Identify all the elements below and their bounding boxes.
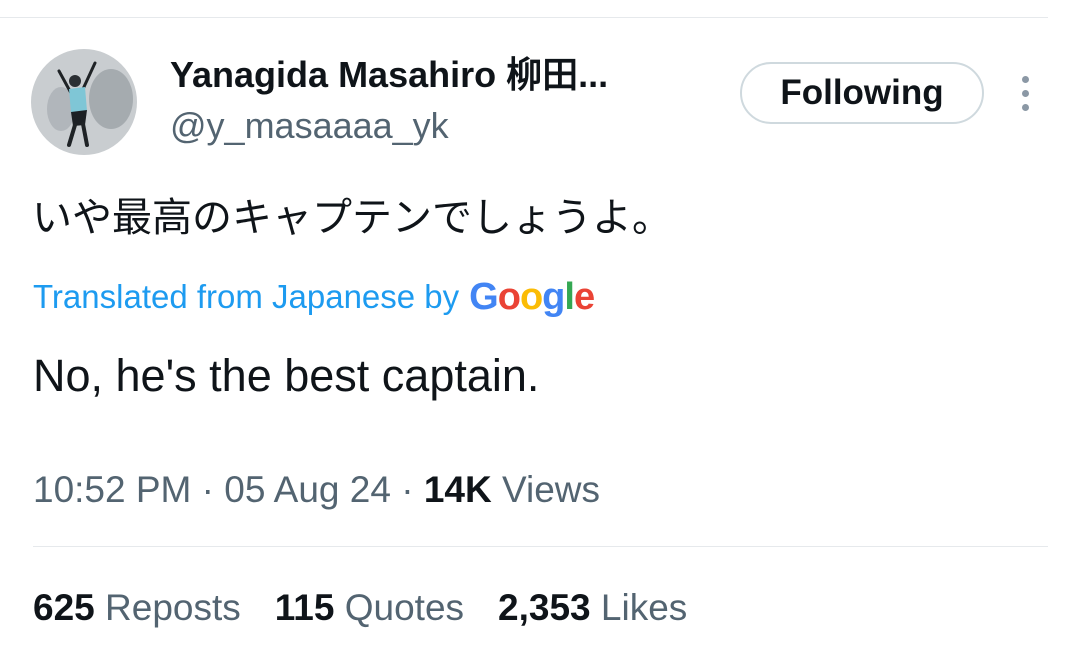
google-logo-letter: e [573,275,595,318]
reposts-count: 625 [33,587,95,628]
author-display-name[interactable]: Yanagida Masahiro 柳田... [170,51,608,99]
stats-divider [33,546,1048,547]
more-dot [1022,76,1029,83]
views-count: 14K [423,469,492,510]
quotes-label: Quotes [344,587,465,628]
tweet-date[interactable]: 05 Aug 24 [224,469,391,510]
author-handle[interactable]: @y_masaaaa_yk [170,103,449,149]
views-label: Views [502,469,601,510]
engagement-stats: 625 Reposts 115 Quotes 2,353 Likes [33,583,721,633]
likes-label: Likes [600,587,688,628]
avatar[interactable] [31,49,137,155]
reposts-label: Reposts [105,587,241,628]
google-logo-letter: g [542,275,565,318]
google-logo-letter: o [519,275,543,318]
quotes-stat[interactable]: 115 Quotes [275,583,464,633]
meta-separator: · [201,469,214,510]
reposts-stat[interactable]: 625 Reposts [33,583,241,633]
more-dot [1022,104,1029,111]
tweet-translated-text: No, he's the best captain. [33,350,540,401]
tweet-meta: 10:52 PM · 05 Aug 24 · 14K Views [33,465,600,515]
google-logo-letter: o [497,275,521,318]
translated-from-link[interactable]: Translated from Japanese by [33,278,459,316]
likes-count: 2,353 [498,587,591,628]
google-logo-letter: l [564,275,575,318]
more-dot [1022,90,1029,97]
meta-separator: · [401,469,414,510]
avatar-photo [31,49,137,155]
quotes-count: 115 [274,587,335,628]
vertical-ellipsis-icon[interactable] [1014,74,1038,114]
following-button[interactable]: Following [740,62,984,124]
top-divider [0,17,1048,18]
tweet-original-text: いや最高のキャプテンでしょうよ。 [32,195,672,241]
google-logo: Google [469,275,595,319]
likes-stat[interactable]: 2,353 Likes [498,583,687,633]
tweet-time[interactable]: 10:52 PM [33,469,191,510]
google-logo-letter: G [469,275,499,318]
translation-attribution: Translated from Japanese by Google [33,272,595,322]
